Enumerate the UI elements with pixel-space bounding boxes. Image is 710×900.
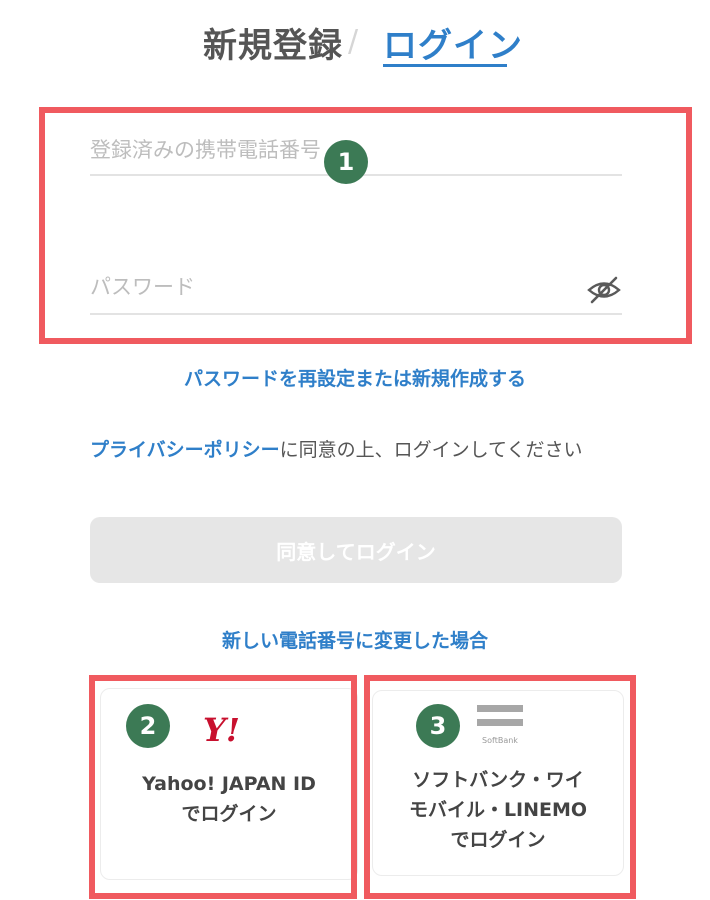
step-badge-1: 1 xyxy=(324,140,368,184)
auth-tabs: 新規登録 / ログイン xyxy=(0,14,710,74)
reset-password-link[interactable]: パスワードを再設定または新規作成する xyxy=(0,364,710,391)
agree-login-button[interactable]: 同意してログイン xyxy=(90,517,622,583)
tab-register[interactable]: 新規登録 xyxy=(203,18,343,67)
highlight-frame-yahoo xyxy=(89,675,357,899)
tab-login-underline xyxy=(383,64,507,67)
changed-phone-number-link[interactable]: 新しい電話番号に変更した場合 xyxy=(0,626,710,653)
highlight-frame-credentials xyxy=(39,107,692,344)
privacy-consent-text: プライバシーポリシーに同意の上、ログインしてください xyxy=(90,432,620,468)
privacy-consent-rest: に同意の上、ログインしてください xyxy=(279,439,583,461)
tab-separator: / xyxy=(348,24,360,59)
step-badge-3: 3 xyxy=(416,704,460,748)
tab-login[interactable]: ログイン xyxy=(383,18,523,67)
privacy-policy-link[interactable]: プライバシーポリシー xyxy=(90,439,280,461)
step-badge-2: 2 xyxy=(126,704,170,748)
login-page: 新規登録 / ログイン パスワードを再設定または新規作成する プライバシーポリシ… xyxy=(0,0,710,900)
highlight-frame-softbank xyxy=(364,675,636,899)
